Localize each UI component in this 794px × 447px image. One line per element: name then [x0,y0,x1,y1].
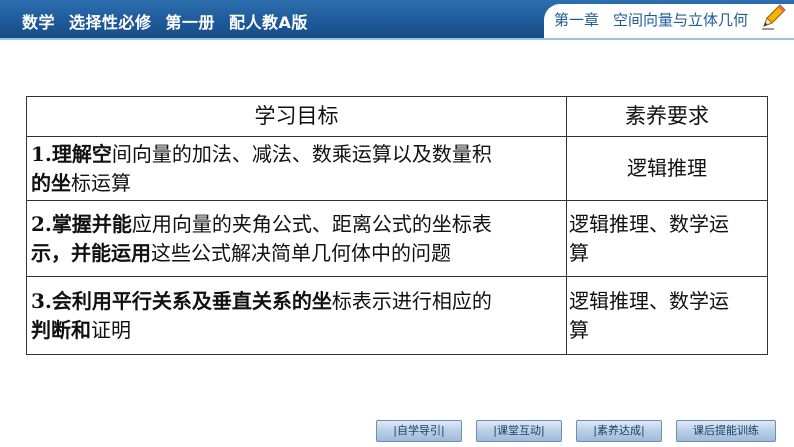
competency-text: 逻辑推理 [627,156,707,180]
competency-cell: 逻辑推理 [566,136,768,201]
competency-text: 逻辑推理、数学运 [569,211,729,236]
goal-text: 证明 [91,317,131,342]
goal-line: 的坐标运算 [31,169,562,198]
goal-keyword: 2.掌握并能 [31,211,132,236]
objectives-table: 学习目标 素养要求 1.理解空间向量的加法、减法、数乘运算以及数量积 的坐标运算… [26,96,768,355]
goal-line: 3.会利用平行关系及垂直关系的坐标表示进行相应的 [31,287,562,316]
header-divider [0,38,794,40]
objectives-table-container: 学习目标 素养要求 1.理解空间向量的加法、减法、数乘运算以及数量积 的坐标运算… [26,96,768,355]
nav-button-class-interaction[interactable]: |课堂互动| [476,420,562,442]
volume-label: 第一册 [165,13,216,32]
nav-button-competency[interactable]: |素养达成| [576,420,662,442]
goal-line: 2.掌握并能应用向量的夹角公式、距离公式的坐标表 [31,210,562,239]
goal-keyword: 1.理解空 [31,141,112,166]
goal-text: 标运算 [71,170,131,195]
table-row: 2.掌握并能应用向量的夹角公式、距离公式的坐标表 示，并能运用这些公式解决简单几… [26,200,768,277]
goal-text: 间向量的加法、减法、数乘运算以及数量积 [111,141,492,166]
chapter-name: 空间向量与立体几何 [613,11,749,29]
chapter-number: 第一章 [554,11,600,29]
competency-text: 逻辑推理、数学运 [569,288,729,313]
edition-label: 配人教A版 [229,13,308,32]
book-title: 数学 选择性必修 第一册 配人教A版 [22,9,322,33]
nav-button-self-study[interactable]: |自学导引| [376,420,462,442]
competency-text: 算 [569,240,589,265]
goal-keyword: 示，并能运用 [31,240,151,265]
chapter-title: 第一章 空间向量与立体几何 [554,9,762,30]
goal-line: 示，并能运用这些公式解决简单几何体中的问题 [31,239,562,268]
goal-line: 1.理解空间向量的加法、减法、数乘运算以及数量积 [31,140,562,169]
goal-cell: 3.会利用平行关系及垂直关系的坐标表示进行相应的 判断和证明 [26,276,567,355]
table-header-row: 学习目标 素养要求 [26,96,768,137]
goal-cell: 2.掌握并能应用向量的夹角公式、距离公式的坐标表 示，并能运用这些公式解决简单几… [26,200,567,277]
goal-text: 应用向量的夹角公式、距离公式的坐标表 [131,211,492,236]
goal-keyword: 判断和 [31,317,91,342]
header-goals: 学习目标 [26,96,567,137]
header-bar: 数学 选择性必修 第一册 配人教A版 第一章 空间向量与立体几何 [0,0,794,38]
goal-text: 这些公式解决简单几何体中的问题 [151,240,451,265]
goal-keyword: 3.会利用平行关系及垂直关系的坐 [31,288,332,313]
volume-type-label: 选择性必修 [69,13,152,32]
subject-label: 数学 [22,13,56,32]
competency-text: 算 [569,317,589,342]
goal-cell: 1.理解空间向量的加法、减法、数乘运算以及数量积 的坐标运算 [26,136,567,201]
competency-cell: 逻辑推理、数学运 算 [566,200,768,277]
header-competencies: 素养要求 [566,96,768,137]
nav-button-homework[interactable]: 课后提能训练 [676,420,776,442]
goal-line: 判断和证明 [31,316,562,345]
table-row: 1.理解空间向量的加法、减法、数乘运算以及数量积 的坐标运算 逻辑推理 [26,136,768,201]
goal-text: 标表示进行相应的 [331,288,492,313]
competency-cell: 逻辑推理、数学运 算 [566,276,768,355]
table-row: 3.会利用平行关系及垂直关系的坐标表示进行相应的 判断和证明 逻辑推理、数学运 … [26,276,768,355]
goal-keyword: 的坐 [31,170,71,195]
pencil-icon [762,4,786,30]
